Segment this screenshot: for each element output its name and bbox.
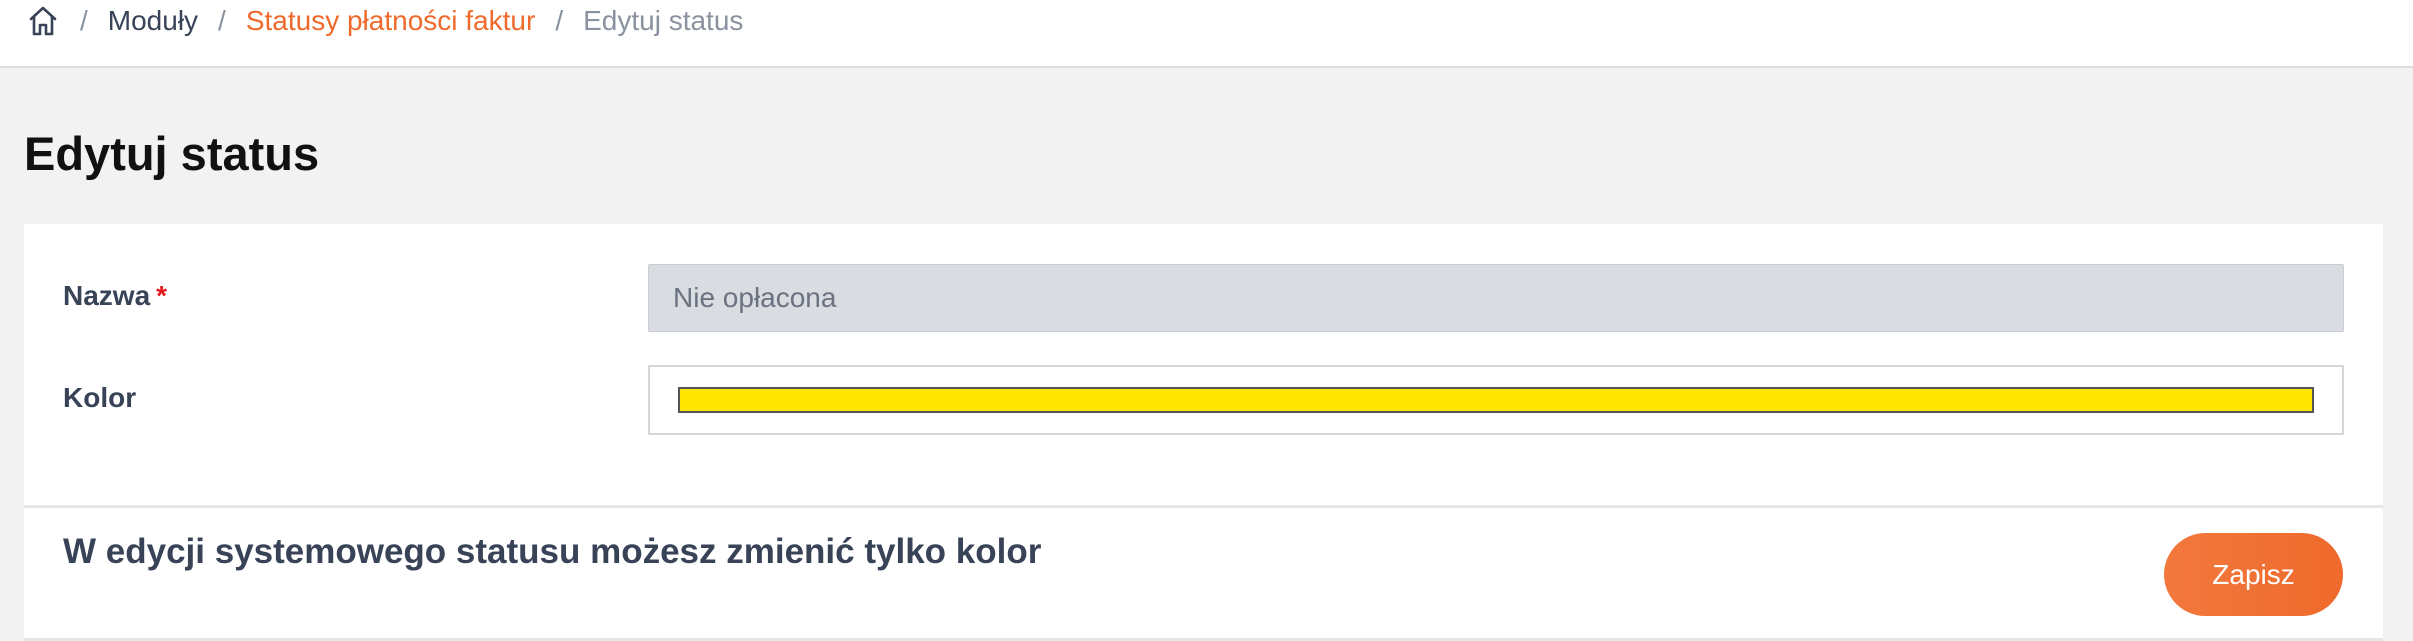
breadcrumb-current: Edytuj status — [583, 5, 744, 36]
system-status-notice: W edycji systemowego statusu możesz zmie… — [63, 532, 1042, 571]
color-swatch[interactable] — [678, 387, 2314, 413]
required-mark: * — [156, 280, 168, 311]
breadcrumb-separator: / — [555, 5, 564, 36]
name-label: Nazwa * — [63, 280, 167, 312]
name-input[interactable] — [648, 264, 2344, 332]
color-picker[interactable] — [648, 365, 2344, 435]
page-title: Edytuj status — [24, 127, 320, 180]
breadcrumb-separator: / — [218, 5, 226, 36]
top-bar: / Moduły / Statusy płatności faktur / Ed… — [0, 0, 2413, 68]
divider — [24, 505, 2383, 508]
color-label: Kolor — [63, 382, 137, 413]
name-label-text: Nazwa — [63, 280, 151, 311]
breadcrumb-separator: / — [80, 5, 88, 36]
breadcrumb-modules-link[interactable]: Moduły — [108, 7, 198, 35]
save-button[interactable]: Zapisz — [2164, 533, 2343, 616]
home-icon[interactable] — [26, 4, 60, 38]
edit-status-card: Nazwa* Kolor W edycji systemowego status… — [24, 224, 2383, 641]
breadcrumb: / Moduły / Statusy płatności faktur / Ed… — [26, 0, 743, 42]
breadcrumb-payment-statuses-link[interactable]: Statusy płatności faktur — [246, 7, 535, 35]
